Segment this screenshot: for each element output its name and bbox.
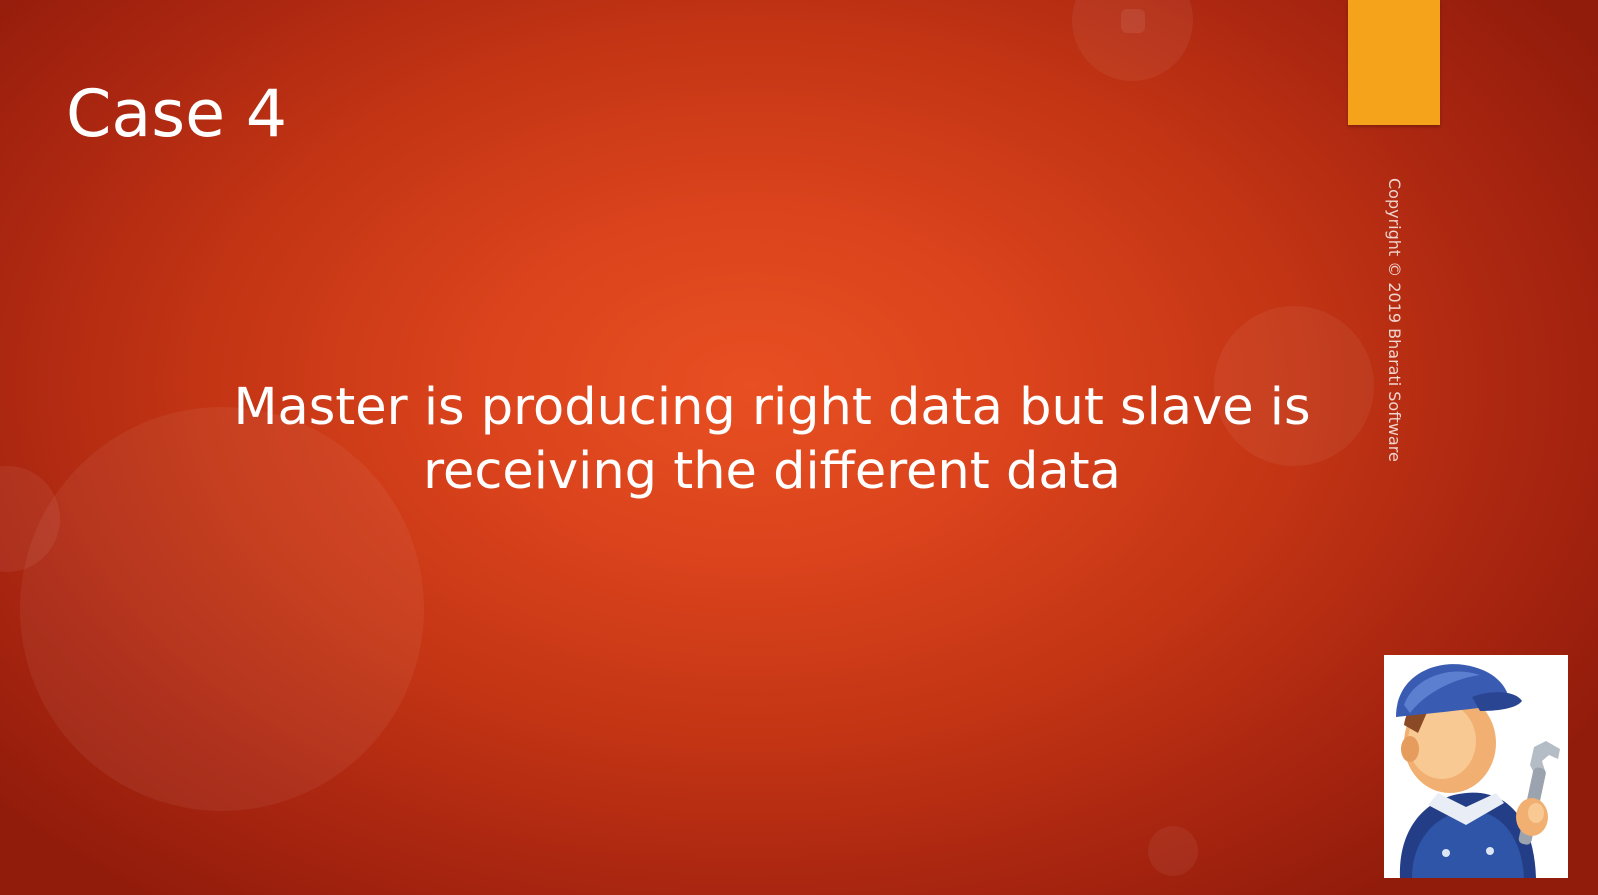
decorative-circle-bottom: [1148, 826, 1198, 876]
accent-bar: [1348, 0, 1440, 125]
slide-body-text: Master is producing right data but slave…: [233, 378, 1311, 501]
slide-title: Case 4: [66, 77, 288, 152]
copyright-notice: Copyright © 2019 Bharati Software: [1385, 178, 1404, 462]
slide: Case 4 Master is producing right data bu…: [0, 0, 1598, 895]
decorative-square-top: [1121, 9, 1145, 33]
mascot-image: [1384, 655, 1568, 878]
mechanic-with-wrench-icon: [1396, 664, 1560, 878]
